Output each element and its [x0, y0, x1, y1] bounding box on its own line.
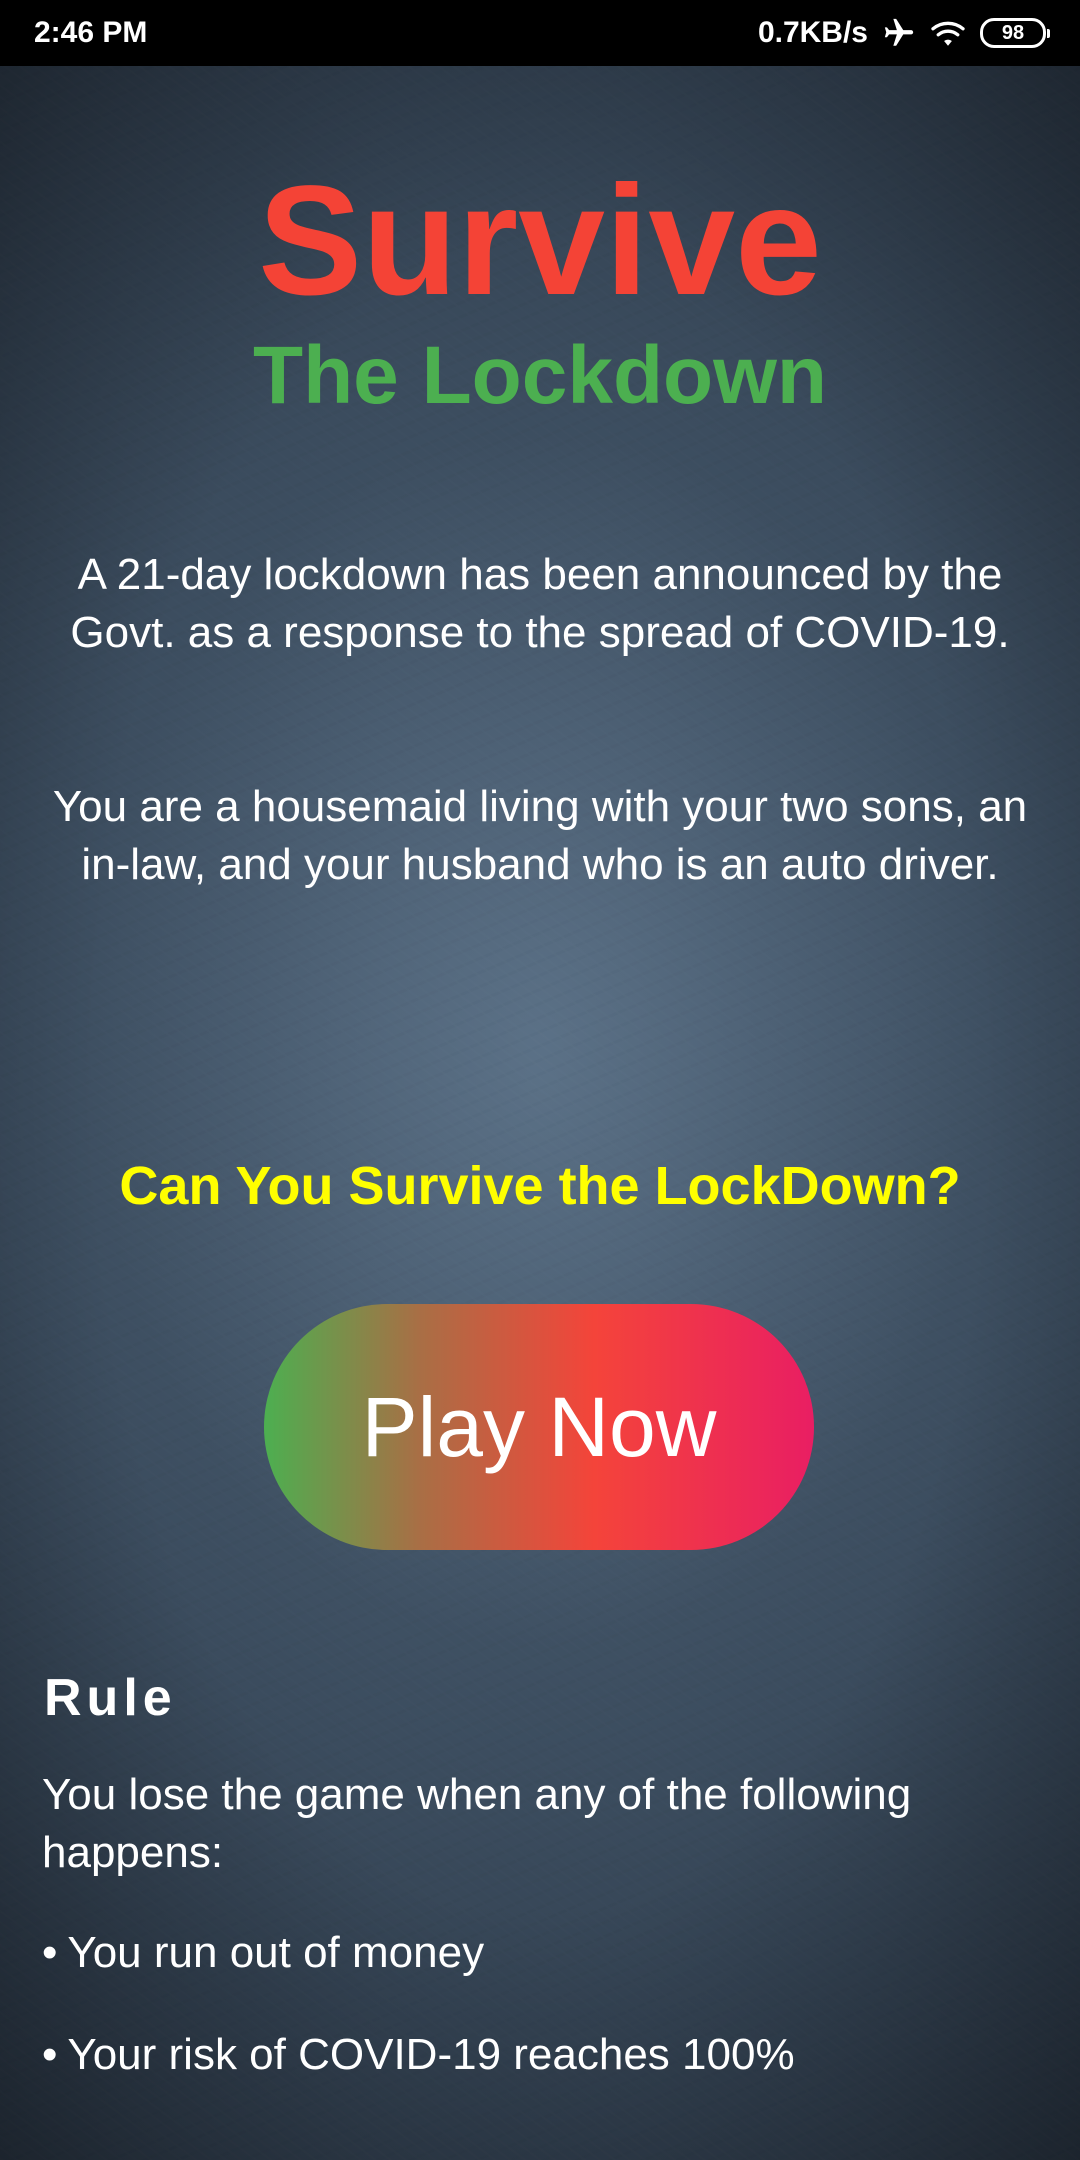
battery-icon: 98 [980, 18, 1050, 48]
survive-question: Can You Survive the LockDown? [119, 1156, 961, 1216]
bullet: • [42, 1928, 58, 1977]
rule-intro: You lose the game when any of the follow… [42, 1770, 912, 1877]
status-time: 2:46 PM [34, 16, 148, 49]
wifi-icon [930, 18, 966, 48]
rule-item-text: You run out of money [67, 1928, 485, 1977]
list-item: • You run out of money [42, 1924, 1042, 1982]
screen: 2:46 PM 0.7KB/s 98 Survive The Lockdown [0, 0, 1080, 2160]
bullet: • [42, 2030, 58, 2079]
game-title: Survive [258, 154, 822, 328]
status-bar: 2:46 PM 0.7KB/s 98 [0, 0, 1080, 66]
main-content: Survive The Lockdown A 21-day lockdown h… [0, 66, 1080, 2160]
battery-level: 98 [1001, 21, 1025, 44]
airplane-icon [882, 16, 916, 50]
rule-heading: Rule [44, 1669, 177, 1727]
play-now-button[interactable]: Play Now [264, 1304, 814, 1550]
list-item: • Your risk of COVID-19 reaches 100% [42, 2026, 1042, 2084]
intro-story: You are a housemaid living with your two… [52, 782, 1028, 889]
rule-item-text: Your risk of COVID-19 reaches 100% [67, 2030, 795, 2079]
network-speed: 0.7KB/s [757, 16, 868, 49]
game-subtitle: The Lockdown [253, 330, 827, 421]
rule-list: • You run out of money • Your risk of COVI… [42, 1924, 1042, 2128]
intro-announcement: A 21-day lockdown has been announced by … [70, 550, 1010, 657]
status-icons: 0.7KB/s 98 [757, 16, 1050, 50]
